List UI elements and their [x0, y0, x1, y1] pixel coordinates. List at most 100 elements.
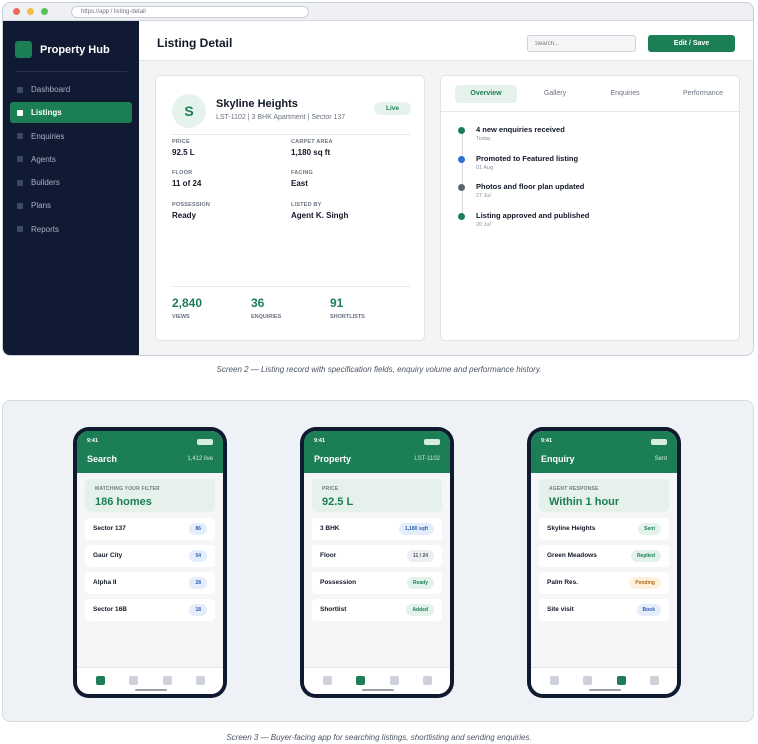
status-badge: Live — [374, 102, 411, 115]
sidebar-item-listings[interactable]: Listings — [10, 102, 132, 124]
status-time: 9:41 — [87, 438, 99, 444]
field-label: POSSESSION — [172, 202, 211, 208]
field-label: PRICE — [172, 139, 190, 145]
timeline-dot-icon — [458, 184, 465, 191]
edit-save-button[interactable]: Edit / Save — [648, 35, 735, 52]
nav-square-icon — [17, 226, 23, 233]
tab-enquiries[interactable]: Enquiries — [596, 85, 654, 103]
browser-chrome: https://app / listing-detail — [3, 3, 753, 21]
status-pill: 1,180 sqft — [398, 523, 434, 535]
list-item[interactable]: Floor 11 / 24 — [312, 545, 442, 567]
phone-header: 9:41 Enquiry Sent — [531, 431, 677, 473]
nav-square-icon — [17, 109, 23, 116]
desktop-window: https://app / listing-detail Property Hu… — [2, 2, 754, 356]
bottom-nav-tab-icon[interactable] — [356, 676, 365, 685]
sidebar-item-label: Enquiries — [31, 131, 65, 141]
hero-card: PRICE 92.5 L — [312, 479, 442, 512]
field-label: FACING — [291, 170, 313, 176]
list-item[interactable]: Shortlist Added — [312, 599, 442, 621]
timeline-event-date: 20 Jul — [476, 221, 491, 228]
listing-subtitle: LST-1102 | 3 BHK Apartment | Sector 137 — [216, 114, 346, 121]
screen2-caption: Screen 2 — Listing record with specifica… — [216, 365, 542, 374]
sidebar-nav: Dashboard Listings Enquiries Agents Builders… — [10, 79, 132, 242]
page-title: Listing Detail — [157, 36, 233, 50]
tab-bar: Overview Gallery Enquiries Performance — [441, 76, 739, 112]
nav-square-icon — [17, 133, 23, 140]
phone-header: 9:41 Search 1,412 live — [77, 431, 223, 473]
list-item-label: Shortlist — [320, 606, 347, 613]
list-item[interactable]: Alpha II 28 — [85, 572, 215, 594]
list-item[interactable]: Possession Ready — [312, 572, 442, 594]
list-item[interactable]: Sector 137 86 — [85, 518, 215, 540]
status-time: 9:41 — [314, 438, 326, 444]
minimize-window-dot[interactable] — [27, 8, 34, 15]
sidebar-item-enquiries[interactable]: Enquiries — [10, 126, 132, 147]
home-indicator — [362, 689, 394, 691]
timeline-dot-icon — [458, 212, 465, 220]
phone-title: Search — [87, 454, 118, 464]
battery-icon — [424, 439, 440, 445]
list-item[interactable]: Green Meadows Replied — [539, 545, 669, 567]
address-bar[interactable]: https://app / listing-detail — [71, 6, 309, 18]
search-input[interactable] — [527, 35, 636, 52]
list-item-label: Skyline Heights — [547, 525, 596, 532]
bottom-nav-tab-icon[interactable] — [96, 676, 105, 685]
sidebar-item-agents[interactable]: Agents — [10, 149, 132, 170]
bottom-nav-tab-icon[interactable] — [550, 676, 559, 685]
field-value: 11 of 24 — [172, 179, 202, 188]
bottom-nav-tab-icon[interactable] — [650, 676, 659, 685]
bottom-nav-tab-icon[interactable] — [390, 676, 399, 685]
bottom-nav-tab-icon[interactable] — [617, 676, 626, 685]
list-item-label: Palm Res. — [547, 579, 579, 586]
nav-square-icon — [17, 202, 23, 209]
tab-gallery[interactable]: Gallery — [529, 85, 581, 103]
list-item[interactable]: Sector 16B 18 — [85, 599, 215, 621]
listing-avatar: S — [172, 94, 206, 128]
sidebar-item-builders[interactable]: Builders — [10, 172, 132, 193]
list-item[interactable]: Site visit Book — [539, 599, 669, 621]
list-item-label: Alpha II — [93, 579, 117, 586]
sidebar-item-dashboard[interactable]: Dashboard — [10, 79, 132, 100]
stat-enquiries: 36 ENQUIRIES — [251, 296, 281, 320]
status-pill: Book — [636, 604, 661, 616]
bottom-nav-tab-icon[interactable] — [163, 676, 172, 685]
list-item[interactable]: Palm Res. Pending — [539, 572, 669, 594]
stat-label: ENQUIRIES — [251, 314, 282, 320]
sidebar-item-reports[interactable]: Reports — [10, 219, 132, 240]
list-item[interactable]: Gaur City 54 — [85, 545, 215, 567]
field-value: East — [291, 179, 308, 188]
field-possession: POSSESSION Ready — [172, 202, 282, 220]
bottom-nav-tab-icon[interactable] — [196, 676, 205, 685]
main-area: Listing Detail Edit / Save S Skyline Hei… — [139, 21, 753, 355]
bottom-nav-tab-icon[interactable] — [323, 676, 332, 685]
listing-name: Skyline Heights — [216, 98, 298, 110]
tab-overview[interactable]: Overview — [455, 85, 517, 103]
list-item-label: Sector 137 — [93, 525, 126, 532]
sidebar-item-label: Plans — [31, 201, 52, 211]
tab-performance[interactable]: Performance — [673, 85, 733, 103]
list-item[interactable]: Skyline Heights Sent — [539, 518, 669, 540]
sidebar-item-label: Reports — [31, 224, 60, 234]
status-pill: 11 / 24 — [406, 550, 434, 562]
list-item-label: Floor — [320, 552, 337, 559]
timeline-dot-icon — [458, 155, 465, 163]
status-time: 9:41 — [541, 438, 553, 444]
bottom-nav-tab-icon[interactable] — [583, 676, 592, 685]
close-window-dot[interactable] — [13, 8, 20, 15]
phone-enquiry: 9:41 Enquiry Sent AGENT RESPONSE Within 1 ho… — [527, 427, 681, 698]
phone-screen: 9:41 Search 1,412 live MATCHING YOUR FILTER… — [77, 431, 223, 694]
history-card: Overview Gallery Enquiries Performance 4 ne… — [440, 75, 740, 341]
bottom-nav-tab-icon[interactable] — [423, 676, 432, 685]
nav-square-icon — [17, 86, 23, 93]
mobile-screens-panel: 9:41 Search 1,412 live MATCHING YOUR FILTER… — [2, 400, 754, 722]
field-label: FLOOR — [172, 170, 193, 176]
timeline-event-title: Photos and floor plan updated — [476, 182, 585, 191]
maximize-window-dot[interactable] — [41, 8, 48, 15]
stat-label: SHORTLISTS — [330, 314, 365, 320]
brand[interactable]: Property Hub — [15, 41, 110, 58]
bottom-nav-tab-icon[interactable] — [129, 676, 138, 685]
sidebar-item-plans[interactable]: Plans — [10, 195, 132, 216]
hero-label: AGENT RESPONSE — [549, 486, 599, 492]
list-item[interactable]: 3 BHK 1,180 sqft — [312, 518, 442, 540]
hero-card: AGENT RESPONSE Within 1 hour — [539, 479, 669, 512]
